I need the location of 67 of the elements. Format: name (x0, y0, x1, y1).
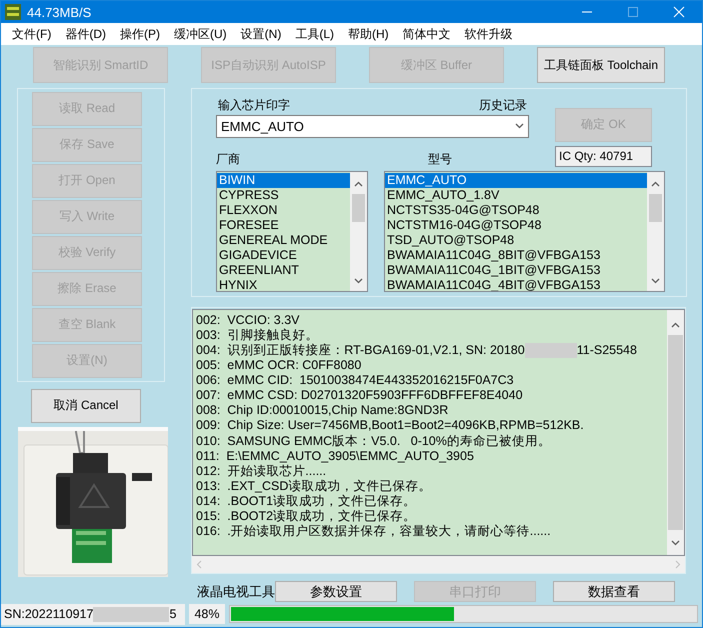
list-item[interactable]: BWAMAIA11C04G_1BIT@VFBGA153 (385, 263, 647, 278)
log-line: 003: 引脚接触良好。 (196, 328, 318, 343)
list-box[interactable]: BIWIN CYPRESS FLEXXON FORESEE GENEREAL MODE GIGADEVICE GREENLIANT HYNIX (216, 171, 368, 292)
menu-item[interactable]: 操作(P) (113, 26, 167, 43)
scroll-down-icon[interactable] (671, 540, 680, 546)
scrollbar-thumb[interactable] (668, 334, 683, 530)
list-item[interactable]: BIWIN (217, 173, 350, 188)
log-line: 013: .EXT_CSD读取成功，文件已保存。 (196, 478, 432, 494)
list-item[interactable]: CYPRESS (217, 188, 350, 204)
list-item[interactable]: BWAMAIA11C04G_8BIT@VFBGA153 (385, 248, 647, 264)
menu-item[interactable]: 工具(L) (288, 26, 342, 43)
list-item[interactable]: NCTSTM16-04G@TSOP48 (385, 218, 647, 234)
tool-button[interactable]: 参数设置 (275, 581, 397, 602)
scrollbar-thumb[interactable] (649, 194, 662, 222)
log-line: 015: .BOOT2读取成功，文件已保存。 (196, 509, 416, 524)
log-line: 008: Chip ID:00010015,Chip Name:8GND3R (196, 403, 448, 418)
menu-item[interactable]: 帮助(H) (341, 26, 396, 43)
tools-label: 液晶电视工具 (197, 582, 275, 601)
menu-item[interactable]: 软件升级 (458, 26, 520, 43)
log-line: 007: eMMC CSD: D02701320F5903FFF6DBFFEF8E4040 (196, 388, 523, 404)
list-item[interactable]: NCTSTS35-04G@TSOP48 (385, 203, 647, 218)
scroll-up-icon[interactable] (354, 181, 363, 188)
list-item[interactable]: GIGADEVICE (217, 248, 350, 264)
list-item[interactable]: GREENLIANT (217, 263, 350, 278)
serial-number: 5 (169, 607, 176, 622)
log-line: 009: Chip Size: User=7456MB,Boot1=Boot2=4096KB,RPMB=512KB. (196, 418, 584, 434)
list-item[interactable]: EMMC_AUTO (385, 173, 647, 188)
chip-dropdown[interactable]: EMMC_AUTO (216, 114, 529, 138)
toolbar-button[interactable]: 工具链面板 Toolchain (537, 47, 665, 84)
list-item[interactable]: GENEREAL MODE (217, 233, 350, 248)
dropdown-caret-icon[interactable] (515, 123, 524, 130)
ic-qty-field: IC Qty: 40791 (555, 146, 652, 167)
log-line: 012: 开始读取芯片...... (196, 464, 326, 479)
menu-item[interactable]: 器件(D) (58, 26, 113, 43)
list-item[interactable]: TSD_AUTO@TSOP48 (385, 233, 647, 248)
scroll-down-icon[interactable] (354, 278, 363, 284)
menu-item[interactable]: 设置(N) (234, 26, 288, 43)
log-line: 004: 识别到正版转接座：RT-BGA169-01,V2.1, SN: 20180 (196, 342, 525, 358)
scroll-up-icon[interactable] (651, 181, 660, 188)
menu-item[interactable]: 简体中文 (396, 26, 458, 43)
log-line: 010: SAMSUNG EMMC版本：V5.0. 0-10%的寿命已被使用。 (196, 434, 551, 449)
list-item[interactable]: FORESEE (217, 218, 350, 234)
serial-number: SN:2022110917 (4, 607, 94, 622)
list-item[interactable]: FLEXXON (217, 203, 350, 218)
list-item[interactable]: HYNIX (217, 278, 350, 292)
progress-reading: 48% (189, 604, 225, 624)
app-icon (5, 4, 21, 20)
history-label: 历史记录 (479, 96, 527, 114)
log-line: 011: E:\EMMC_AUTO_3905\EMMC_AUTO_3905 (196, 448, 474, 464)
field-label: 输入芯片印字 (218, 96, 290, 114)
log-line: 002: VCCIO: 3.3V (196, 312, 300, 328)
list-item[interactable]: EMMC_AUTO_1.8V (385, 188, 647, 204)
cancel-button[interactable]: 取消 Cancel (31, 388, 141, 423)
scroll-down-icon[interactable] (651, 278, 660, 284)
scrollbar-thumb[interactable] (352, 194, 365, 222)
log-line: 11-S25548 (576, 342, 637, 358)
log-line: 016: .开始读取用户区数据并保存，容量较大，请耐心等待...... (196, 524, 551, 540)
vendor-label: 厂商 (216, 151, 240, 168)
scroll-up-icon[interactable] (671, 322, 680, 328)
menu-item[interactable]: 缓冲区(U) (167, 26, 234, 43)
log-line: 014: .BOOT1读取成功，文件已保存。 (196, 494, 416, 510)
menu-item[interactable]: 文件(F) (5, 26, 58, 43)
tool-button[interactable]: 数据查看 (553, 581, 675, 602)
window-title: 44.73MB/S (27, 4, 92, 20)
model-label: 型号 (428, 151, 452, 168)
log-line: 005: eMMC OCR: C0FF8080 (196, 358, 362, 374)
log-line: 006: eMMC CID: 15010038474E443352016215F0A7C3 (196, 373, 514, 388)
